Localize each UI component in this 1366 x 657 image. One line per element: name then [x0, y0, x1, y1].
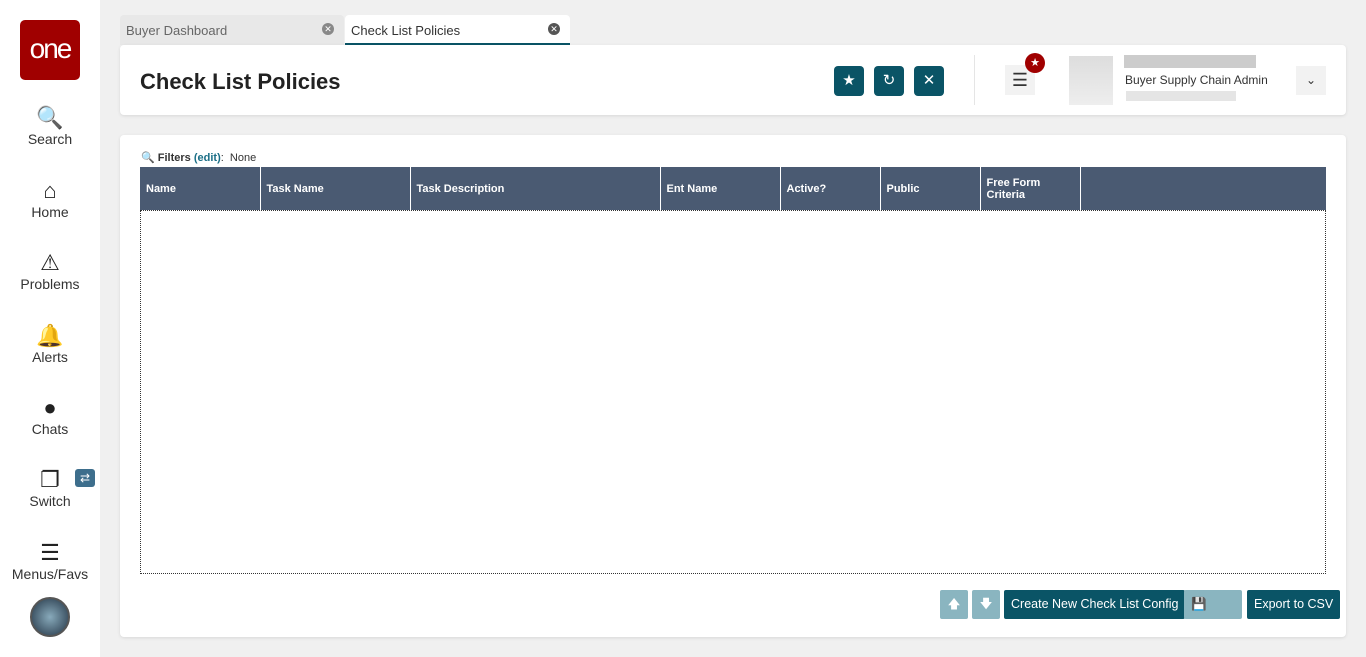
- user-name-redacted: [1124, 55, 1256, 68]
- close-tab-icon[interactable]: ✕: [322, 23, 334, 35]
- page-header: Check List Policies ★ ↻ ✕ ☰ ★ Buyer Supp…: [120, 45, 1346, 115]
- chat-icon: ●: [43, 395, 57, 420]
- user-menu-dropdown[interactable]: ⌄: [1296, 66, 1326, 95]
- move-down-button[interactable]: 🡇: [972, 590, 1000, 619]
- search-icon: 🔍: [36, 105, 64, 130]
- column-header-ent-name[interactable]: Ent Name: [660, 167, 781, 210]
- column-header-active[interactable]: Active?: [780, 167, 881, 210]
- refresh-button[interactable]: ↻: [874, 66, 904, 96]
- favorites-star-badge-icon: ★: [1025, 53, 1045, 73]
- hamburger-icon: ☰: [1011, 70, 1029, 90]
- tab-buyer-dashboard[interactable]: Buyer Dashboard ✕: [120, 15, 344, 45]
- create-new-check-list-config-button[interactable]: Create New Check List Config: [1004, 590, 1186, 619]
- nav-alerts[interactable]: 🔔 Alerts: [0, 323, 100, 365]
- user-photo: [1069, 56, 1113, 105]
- filters-edit-link[interactable]: (edit): [194, 152, 221, 164]
- close-icon: ✕: [922, 72, 936, 89]
- filters-bar: 🔍 Filters (edit): None: [141, 152, 257, 164]
- page-title: Check List Policies: [140, 69, 341, 94]
- divider: [974, 55, 975, 105]
- close-tab-icon[interactable]: ✕: [548, 23, 560, 35]
- nav-search[interactable]: 🔍 Search: [0, 105, 100, 147]
- column-header-public[interactable]: Public: [880, 167, 981, 210]
- table-body-empty: [140, 210, 1326, 574]
- user-org-redacted: [1126, 91, 1236, 101]
- search-icon: 🔍: [141, 152, 155, 164]
- star-icon: ★: [842, 72, 856, 89]
- warning-icon: ⚠: [40, 250, 60, 275]
- nav-chats[interactable]: ● Chats: [0, 395, 100, 437]
- filters-value: None: [229, 152, 257, 164]
- export-to-csv-button[interactable]: Export to CSV: [1247, 590, 1341, 619]
- bell-icon: 🔔: [36, 323, 64, 348]
- close-button[interactable]: ✕: [914, 66, 944, 96]
- sidebar: one 🔍 Search ⌂ Home ⚠ Problems 🔔 Alerts ● Cha…: [0, 0, 100, 657]
- home-icon: ⌂: [43, 178, 57, 203]
- nav-problems[interactable]: ⚠ Problems: [0, 250, 100, 292]
- column-header-free-form-criteria[interactable]: Free Form Criteria: [980, 167, 1081, 210]
- arrow-down-icon: 🡇: [979, 597, 993, 611]
- refresh-icon: ↻: [882, 72, 896, 89]
- tab-check-list-policies[interactable]: Check List Policies ✕: [345, 15, 570, 45]
- column-header-task-name[interactable]: Task Name: [260, 167, 411, 210]
- app-logo[interactable]: one: [20, 20, 80, 80]
- floppy-disk-icon: 💾: [1191, 597, 1207, 611]
- save-button[interactable]: 💾 Save: [1184, 590, 1242, 640]
- nav-home[interactable]: ⌂ Home: [0, 178, 100, 220]
- menu-icon: ☰: [40, 540, 60, 565]
- user-role: Buyer Supply Chain Admin: [1125, 73, 1268, 87]
- column-header-empty: [1080, 167, 1326, 210]
- content-panel: 🔍 Filters (edit): None Name Task Name Ta…: [120, 135, 1346, 640]
- column-header-name[interactable]: Name: [140, 167, 261, 210]
- policies-table: Name Task Name Task Description Ent Name…: [140, 167, 1326, 210]
- favorite-button[interactable]: ★: [834, 66, 864, 96]
- switch-badge-icon: ⇄: [75, 469, 95, 487]
- nav-menus-favs[interactable]: ☰ Menus/Favs: [0, 540, 100, 582]
- move-up-button[interactable]: 🡅: [940, 590, 968, 619]
- arrow-up-icon: 🡅: [947, 597, 961, 611]
- chevron-down-icon: ⌄: [1305, 73, 1317, 87]
- column-header-task-description[interactable]: Task Description: [410, 167, 661, 210]
- assistant-avatar[interactable]: [30, 597, 70, 637]
